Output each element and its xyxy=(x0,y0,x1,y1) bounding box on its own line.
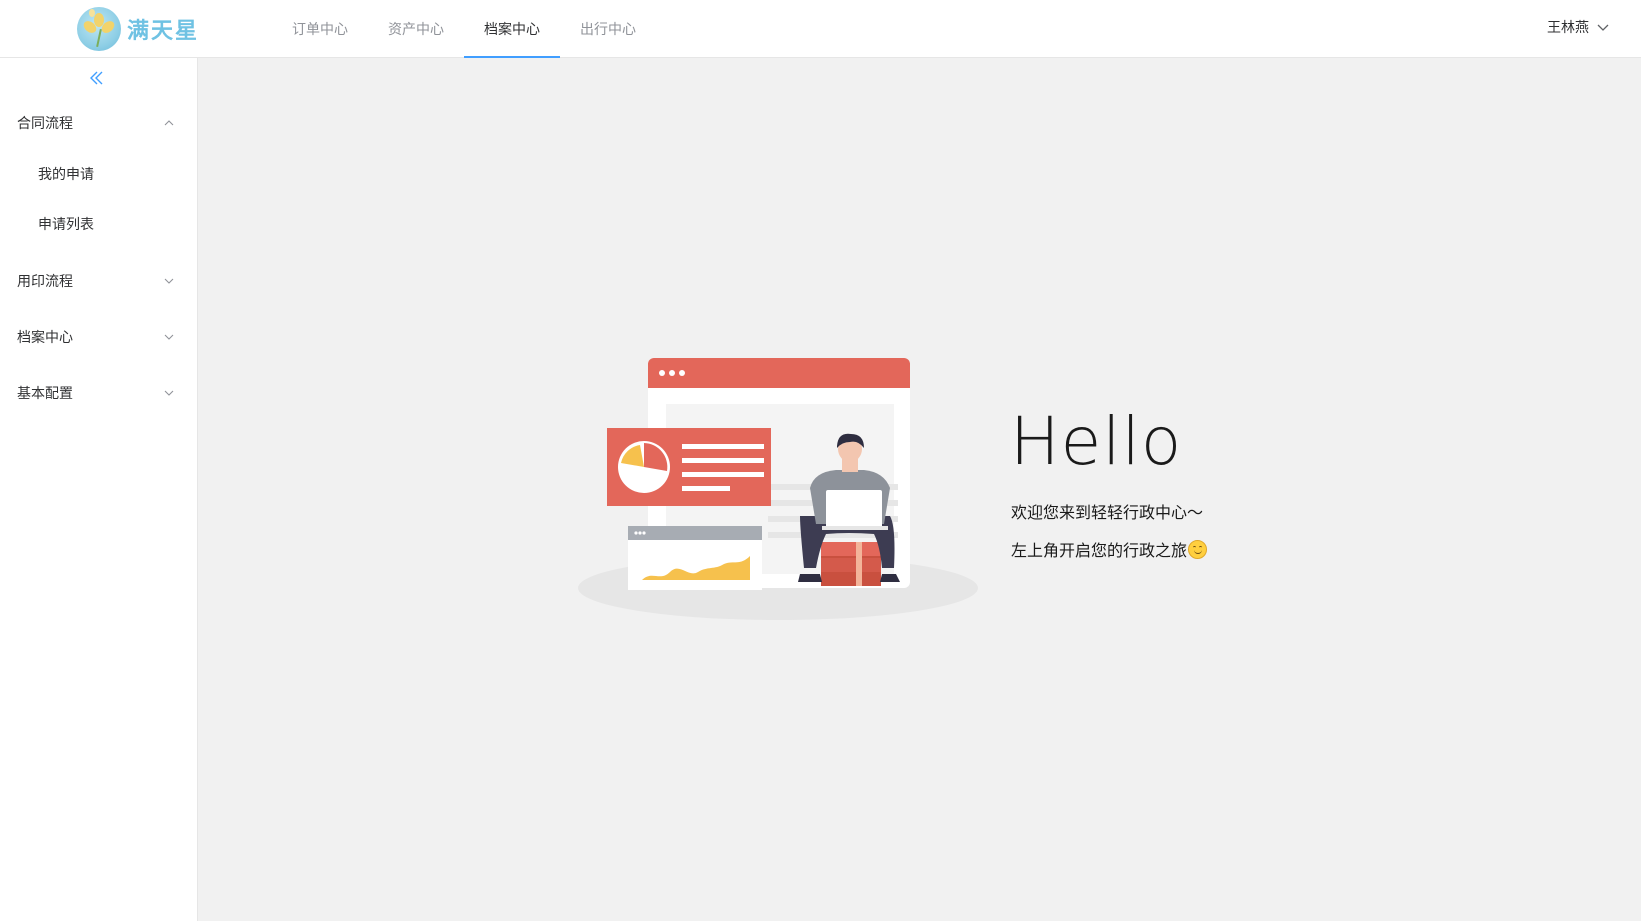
tab-order-center[interactable]: 订单中心 xyxy=(272,0,368,58)
brand-logo[interactable]: 满天星 xyxy=(77,6,199,52)
sidebar: 合同流程 我的申请 申请列表 用印流程 档案中心 基本配置 xyxy=(0,58,198,921)
submenu-archive-center[interactable]: 档案中心 xyxy=(0,317,197,357)
chevron-down-icon xyxy=(164,390,174,396)
menu-group-contract: 合同流程 我的申请 申请列表 xyxy=(0,103,197,249)
welcome-subtext: 左上角开启您的行政之旅 xyxy=(1011,537,1208,561)
submenu-seal-flow[interactable]: 用印流程 xyxy=(0,261,197,301)
tab-archive-center[interactable]: 档案中心 xyxy=(464,0,560,58)
submenu-label: 用印流程 xyxy=(17,274,73,290)
menu-item-application-list[interactable]: 申请列表 xyxy=(0,199,197,249)
menu-group-archive: 档案中心 xyxy=(0,317,197,357)
tab-asset-center[interactable]: 资产中心 xyxy=(368,0,464,58)
menu-item-my-application[interactable]: 我的申请 xyxy=(0,149,197,199)
submenu-label: 档案中心 xyxy=(17,330,73,346)
welcome-subtext-label: 左上角开启您的行政之旅 xyxy=(1011,541,1188,560)
flower-logo-icon xyxy=(77,7,121,51)
submenu-basic-config[interactable]: 基本配置 xyxy=(0,373,197,413)
double-chevron-left-icon[interactable] xyxy=(87,68,107,88)
welcome-text: 欢迎您来到轻轻行政中心～ xyxy=(1011,503,1204,522)
dashboard-illustration-icon xyxy=(578,358,978,620)
user-name: 王林燕 xyxy=(1547,20,1589,36)
submenu-label: 合同流程 xyxy=(17,116,73,132)
user-menu[interactable]: 王林燕 xyxy=(1547,0,1609,54)
menu-group-seal: 用印流程 xyxy=(0,261,197,301)
main-content: Hello 欢迎您来到轻轻行政中心～ 左上角开启您的行政之旅 xyxy=(198,58,1641,921)
chevron-down-icon xyxy=(164,334,174,340)
tab-travel-center[interactable]: 出行中心 xyxy=(560,0,656,58)
brand-name: 满天星 xyxy=(127,19,200,44)
chevron-down-icon xyxy=(1597,24,1609,31)
submenu-label: 基本配置 xyxy=(17,386,73,402)
chevron-down-icon xyxy=(164,278,174,284)
top-header: 满天星 订单中心 资产中心 档案中心 出行中心 王林燕 xyxy=(0,0,1641,58)
chevron-up-icon xyxy=(164,120,174,126)
menu-group-config: 基本配置 xyxy=(0,373,197,413)
top-nav: 订单中心 资产中心 档案中心 出行中心 xyxy=(272,0,656,58)
hello-heading: Hello xyxy=(1010,403,1183,480)
submenu-contract-flow[interactable]: 合同流程 xyxy=(0,103,197,143)
smiling-face-icon xyxy=(1188,539,1208,559)
